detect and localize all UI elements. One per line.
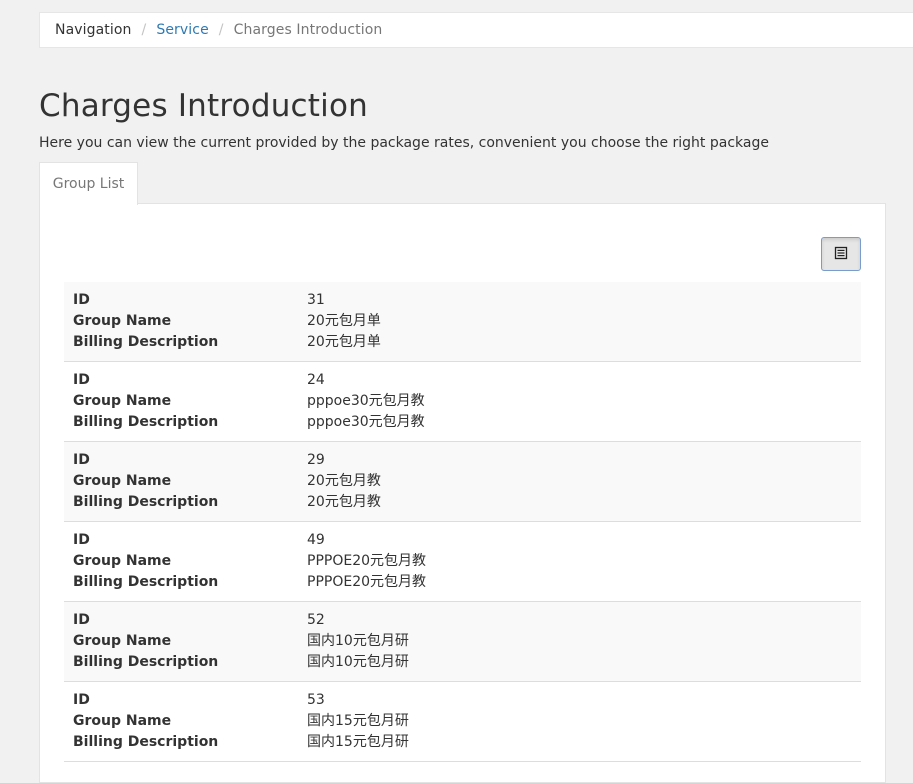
billing-description-label: Billing Description — [73, 574, 219, 590]
group-card: ID 24 Group Name pppoe30元包月教 Billing Descr… — [64, 362, 861, 442]
billing-description-value: 20元包月单 — [307, 334, 381, 350]
billing-description-value: 国内15元包月研 — [307, 734, 409, 750]
group-name-value: 国内10元包月研 — [307, 633, 409, 649]
billing-description-label: Billing Description — [73, 494, 219, 510]
list-view-icon — [834, 245, 848, 264]
group-card: ID 29 Group Name 20元包月教 Billing Descriptio… — [64, 442, 861, 522]
group-name-value: pppoe30元包月教 — [307, 393, 425, 409]
group-name-label: Group Name — [73, 633, 172, 649]
breadcrumb-link-service[interactable]: Service — [156, 22, 208, 38]
breadcrumb-separator: / — [218, 22, 224, 38]
id-label: ID — [73, 372, 90, 388]
group-name-value: PPPOE20元包月教 — [307, 553, 427, 569]
group-id-value: 52 — [307, 612, 325, 628]
group-name-label: Group Name — [73, 713, 172, 729]
breadcrumb-current: Charges Introduction — [233, 22, 383, 38]
billing-description-value: 20元包月教 — [307, 494, 381, 510]
breadcrumb-separator: / — [141, 22, 147, 38]
group-id-value: 29 — [307, 452, 325, 468]
group-name-value: 20元包月单 — [307, 313, 381, 329]
id-label: ID — [73, 612, 90, 628]
group-card: ID 31 Group Name 20元包月单 Billing Descriptio… — [64, 282, 861, 362]
id-label: ID — [73, 452, 90, 468]
group-id-value: 24 — [307, 372, 325, 388]
breadcrumb-root: Navigation — [55, 22, 132, 38]
group-card: ID 49 Group Name PPPOE20元包月教 Billing Descr… — [64, 522, 861, 602]
breadcrumb: Navigation / Service / Charges Introduct… — [39, 12, 913, 48]
billing-description-label: Billing Description — [73, 334, 219, 350]
page-title: Charges Introduction — [39, 88, 368, 124]
group-name-label: Group Name — [73, 313, 172, 329]
group-id-value: 31 — [307, 292, 325, 308]
billing-description-label: Billing Description — [73, 734, 219, 750]
billing-description-label: Billing Description — [73, 654, 219, 670]
group-name-value: 国内15元包月研 — [307, 713, 409, 729]
group-name-label: Group Name — [73, 473, 172, 489]
id-label: ID — [73, 292, 90, 308]
group-list: ID 31 Group Name 20元包月单 Billing Descriptio… — [64, 282, 861, 762]
page-description: Here you can view the current provided b… — [39, 135, 769, 151]
billing-description-value: 国内10元包月研 — [307, 654, 409, 670]
group-list-panel: ID 31 Group Name 20元包月单 Billing Descriptio… — [39, 203, 886, 783]
billing-description-label: Billing Description — [73, 414, 219, 430]
id-label: ID — [73, 532, 90, 548]
billing-description-value: pppoe30元包月教 — [307, 414, 425, 430]
view-toggle-button[interactable] — [821, 237, 861, 271]
group-id-value: 49 — [307, 532, 325, 548]
group-name-label: Group Name — [73, 553, 172, 569]
group-name-value: 20元包月教 — [307, 473, 381, 489]
group-card: ID 52 Group Name 国内10元包月研 Billing Descript… — [64, 602, 861, 682]
billing-description-value: PPPOE20元包月教 — [307, 574, 427, 590]
group-name-label: Group Name — [73, 393, 172, 409]
group-id-value: 53 — [307, 692, 325, 708]
group-card: ID 53 Group Name 国内15元包月研 Billing Descript… — [64, 682, 861, 762]
tab-group-list[interactable]: Group List — [39, 162, 138, 205]
id-label: ID — [73, 692, 90, 708]
